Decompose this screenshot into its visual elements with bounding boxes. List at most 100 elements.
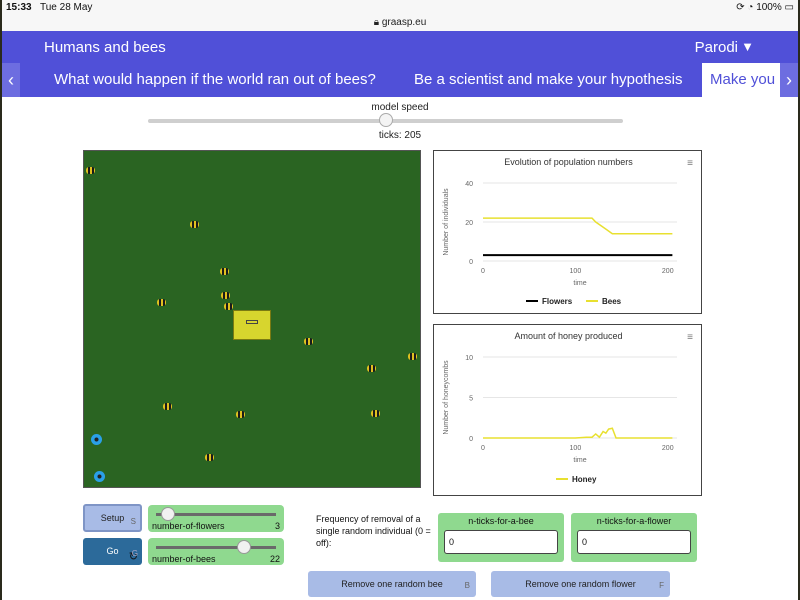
setup-button[interactable]: Setup S xyxy=(83,504,142,532)
bee-agent xyxy=(86,167,95,174)
x-tick-label: 100 xyxy=(570,445,582,452)
x-tick-label: 0 xyxy=(481,445,485,452)
frequency-description: Frequency of removal of a single random … xyxy=(316,514,431,548)
model-speed-label: model speed xyxy=(371,102,429,113)
tab-scroll-right-icon[interactable]: › xyxy=(780,63,798,97)
n-ticks-for-a-flower-input: n-ticks-for-a-flower 0 xyxy=(571,513,697,562)
y-tick-label: 40 xyxy=(465,181,473,188)
n-ticks-for-a-bee-input: n-ticks-for-a-bee 0 xyxy=(438,513,564,562)
y-tick-label: 0 xyxy=(469,259,473,266)
x-tick-label: 200 xyxy=(662,445,674,452)
ticks-counter: ticks: 205 xyxy=(378,130,422,141)
slider-knob[interactable] xyxy=(236,540,251,554)
model-speed-knob[interactable] xyxy=(378,113,393,127)
chart-menu-icon[interactable]: ≡ xyxy=(687,332,693,343)
bee-agent xyxy=(224,303,233,310)
chart-menu-icon[interactable]: ≡ xyxy=(687,158,693,169)
hive-entrance xyxy=(246,320,258,324)
battery-icon: ▭ xyxy=(784,2,794,13)
legend-item: Honey xyxy=(572,475,597,484)
tab-make-hypothesis[interactable]: Be a scientist and make your hypothesis xyxy=(406,63,690,97)
status-date: Tue 28 May xyxy=(40,2,93,13)
tab-make-you[interactable]: Make you xyxy=(702,63,782,97)
x-axis-label: time xyxy=(573,457,586,464)
url-text: graasp.eu xyxy=(381,17,427,28)
population-chart-svg: 0 20 40 0 100 200 time Number of individuals Flo… xyxy=(443,181,677,306)
tab-scroll-left-icon[interactable]: ‹ xyxy=(2,63,20,97)
number-of-bees-slider[interactable]: number-of-bees 22 xyxy=(148,538,284,565)
tab-ran-out-of-bees[interactable]: What would happen if the world ran out o… xyxy=(46,63,384,97)
chevron-down-icon[interactable]: ▼ xyxy=(741,39,754,54)
y-axis-label: Number of honeycombs xyxy=(443,360,450,435)
status-time: 15:33 xyxy=(6,2,32,13)
url-bar[interactable]: 🔒︎ graasp.eu xyxy=(2,15,798,31)
flower-agent xyxy=(94,471,105,482)
legend-item: Flowers xyxy=(542,297,573,306)
bee-agent xyxy=(304,338,313,345)
remove-flower-label: Remove one random flower xyxy=(525,579,636,589)
flower-agent xyxy=(91,434,102,445)
number-of-flowers-slider[interactable]: number-of-flowers 3 xyxy=(148,505,284,532)
go-button[interactable]: Go ↻ G xyxy=(83,538,142,565)
battery-percent: 100% xyxy=(756,2,782,13)
remove-flower-button[interactable]: Remove one random flower F xyxy=(491,571,670,597)
y-tick-label: 10 xyxy=(465,355,473,362)
x-tick-label: 100 xyxy=(570,268,582,275)
input-label: n-ticks-for-a-flower xyxy=(596,516,672,526)
n-ticks-for-a-flower-field[interactable]: 0 xyxy=(577,530,691,554)
slider-knob[interactable] xyxy=(161,507,175,521)
slider-track xyxy=(156,546,276,549)
lock-rotation-icon: ⟳ xyxy=(736,2,745,13)
bee-agent xyxy=(221,292,230,299)
app-title: Humans and bees xyxy=(44,39,166,56)
bee-agent xyxy=(205,454,214,461)
wifi-icon: ◔ xyxy=(747,2,754,13)
go-shortcut-key: G xyxy=(131,549,138,558)
slider-value: 3 xyxy=(274,521,280,531)
y-tick-label: 0 xyxy=(469,436,473,443)
x-tick-label: 0 xyxy=(481,268,485,275)
input-label: n-ticks-for-a-bee xyxy=(468,516,534,526)
x-tick-label: 200 xyxy=(662,268,674,275)
bee-agent xyxy=(408,353,417,360)
remove-bee-shortcut-key: B xyxy=(464,581,470,590)
remove-bee-label: Remove one random bee xyxy=(341,579,443,589)
series-line-honey xyxy=(483,427,673,439)
bee-agent xyxy=(220,268,229,275)
setup-button-label: Setup xyxy=(100,513,125,523)
honey-chart: Amount of honey produced ≡ 0 5 10 0 100 200 ti… xyxy=(433,324,702,496)
bee-agent xyxy=(371,410,380,417)
x-axis-label: time xyxy=(573,280,586,287)
slider-label: number-of-flowers xyxy=(152,521,225,531)
slider-label: number-of-bees xyxy=(152,554,216,564)
y-tick-label: 5 xyxy=(469,396,473,403)
status-bar: 15:33 Tue 28 May ⟳ ◔ 100% ▭ xyxy=(2,0,798,15)
simulation-world[interactable] xyxy=(83,150,421,488)
series-line-bees xyxy=(483,217,673,235)
n-ticks-for-a-bee-field[interactable]: 0 xyxy=(444,530,558,554)
population-chart: Evolution of population numbers ≡ 0 20 40 0… xyxy=(433,150,702,314)
population-chart-title: Evolution of population numbers xyxy=(504,157,633,167)
model-speed-slider[interactable] xyxy=(148,113,623,127)
go-button-label: Go xyxy=(106,546,119,556)
app-header: Humans and bees Parodi ▼ xyxy=(2,31,798,63)
bee-agent xyxy=(190,221,199,228)
honey-chart-title: Amount of honey produced xyxy=(514,331,623,341)
lock-icon: 🔒︎ xyxy=(373,17,380,28)
remove-bee-button[interactable]: Remove one random bee B xyxy=(308,571,476,597)
tab-bar: ‹ What would happen if the world ran out… xyxy=(2,63,798,97)
honey-chart-svg: 05100 100 200timeNumber of honeycombsHoney xyxy=(443,355,677,484)
slider-value: 22 xyxy=(269,554,280,564)
bee-agent xyxy=(157,299,166,306)
status-right: ⟳ ◔ 100% ▭ xyxy=(736,2,794,13)
y-axis-label: Number of individuals xyxy=(443,188,450,256)
remove-flower-shortcut-key: F xyxy=(659,581,664,590)
legend-item: Bees xyxy=(602,297,622,306)
bee-agent xyxy=(367,365,376,372)
bee-agent xyxy=(163,403,172,410)
setup-shortcut-key: S xyxy=(130,517,136,526)
bee-agent xyxy=(236,411,245,418)
user-menu[interactable]: Parodi xyxy=(695,39,738,56)
y-tick-label: 20 xyxy=(465,220,473,227)
ipad-screen: 15:33 Tue 28 May ⟳ ◔ 100% ▭ 🔒︎ graasp.eu… xyxy=(2,0,798,600)
